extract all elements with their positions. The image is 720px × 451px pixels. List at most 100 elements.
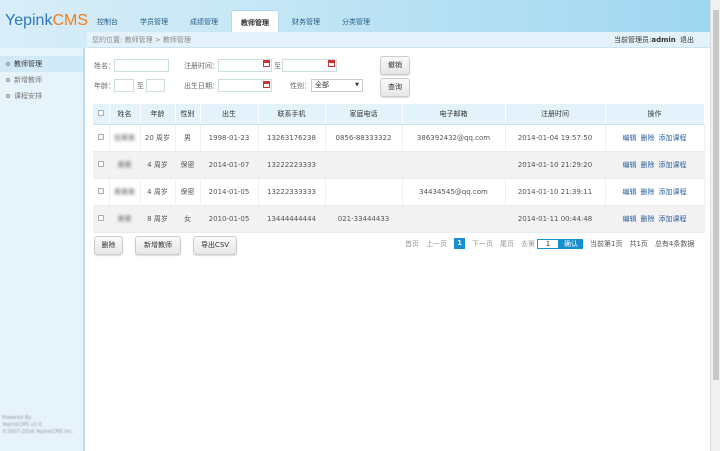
tab-dashboard[interactable]: 控制台 [88,10,127,32]
col-actions: 操作 [605,104,705,125]
col-birth: 出生 [200,104,259,125]
calendar-icon[interactable] [328,60,335,67]
cell-home-phone: 0856-88333322 [325,124,403,152]
table-header: 姓名 年龄 性别 出生 联系手机 家庭电话 电子邮箱 注册时间 操作 [93,104,705,125]
row-select[interactable] [93,151,110,179]
row-select[interactable] [93,124,110,152]
tab-students[interactable]: 学员管理 [131,10,177,32]
checkbox[interactable] [97,160,104,167]
sidebar-item-teachers[interactable]: 教师管理 [0,56,83,72]
delete-button[interactable]: 删除 [94,236,123,255]
goto-page-input[interactable]: 1 [537,238,559,249]
cell-home-phone [325,178,403,206]
col-gender: 性别 [175,104,201,125]
name-text: 张某某 [114,133,135,142]
cell-email: 386392432@qq.com [402,124,506,152]
cell-age: 20 周岁 [140,124,176,152]
reg-time-label: 注册时间： [184,62,219,70]
edit-link[interactable]: 编辑 [623,215,637,223]
cell-name: 某某 [109,151,141,179]
cell-home-phone: 021-33444433 [325,205,403,233]
sidebar-item-add-teacher[interactable]: 新增教师 [0,72,83,88]
bullet-icon [6,62,10,66]
last-page-link[interactable]: 尾页 [500,239,514,249]
admin-info: 当前管理员:admin 退出 [614,32,696,48]
cell-gender: 男 [175,124,201,152]
delete-link[interactable]: 删除 [641,188,655,196]
table-row: 某某 4 周岁 保密 2014-01-07 13222223333 2014-0… [93,151,705,179]
scrollbar-thumb[interactable] [713,10,719,380]
scrollbar[interactable] [710,0,720,451]
add-course-link[interactable]: 添加课程 [659,161,687,169]
gender-select[interactable]: 全部 ▼ [311,79,363,92]
cell-home-phone [325,151,403,179]
col-age: 年龄 [140,104,176,125]
cell-reg-time: 2014-01-10 21:29:20 [505,151,606,179]
cell-age: 8 周岁 [140,205,176,233]
add-course-link[interactable]: 添加课程 [659,188,687,196]
total-pages: 共1页 [629,239,648,248]
cell-gender: 保密 [175,178,201,206]
admin-name: admin [651,36,676,44]
name-input[interactable] [114,59,169,72]
age-min-input[interactable] [114,79,134,92]
tab-categories[interactable]: 分类管理 [333,10,379,32]
checkbox[interactable] [97,214,104,221]
col-home-phone: 家庭电话 [325,104,403,125]
cell-birth: 2010-01-05 [200,205,259,233]
age-max-input[interactable] [146,79,165,92]
tab-teachers[interactable]: 教师管理 [231,10,279,32]
add-course-link[interactable]: 添加课程 [659,134,687,142]
table-row: 某某 8 周岁 女 2010-01-05 13444444444 021-334… [93,205,705,233]
to-label: 至 [137,82,144,90]
cell-phone: 13263176238 [258,124,326,152]
first-page-link[interactable]: 首页 [405,239,419,249]
goto-confirm-button[interactable]: 确认 [559,238,583,249]
birth-label: 出生日期： [184,82,219,90]
edit-link[interactable]: 编辑 [623,161,637,169]
sidebar-item-courses[interactable]: 课程安排 [0,88,83,104]
calendar-icon[interactable] [263,60,270,67]
edit-link[interactable]: 编辑 [623,188,637,196]
calendar-icon[interactable] [263,81,270,88]
cell-actions: 编辑 删除 添加课程 [605,205,705,233]
export-csv-button[interactable]: 导出CSV [193,236,237,255]
checkbox[interactable] [97,109,104,116]
tab-finance[interactable]: 财务管理 [283,10,329,32]
row-select[interactable] [93,205,110,233]
name-text: 某某 [117,214,132,223]
table-row: 某某某 4 周岁 保密 2014-01-05 13222333333 34434… [93,178,705,206]
name-text: 某某某 [114,187,135,196]
edit-link[interactable]: 编辑 [623,134,637,142]
cell-actions: 编辑 删除 添加课程 [605,124,705,152]
tab-grades[interactable]: 成绩管理 [181,10,227,32]
search-button[interactable]: 查询 [380,78,410,97]
add-course-link[interactable]: 添加课程 [659,215,687,223]
delete-link[interactable]: 删除 [641,134,655,142]
prev-page-link[interactable]: 上一页 [426,239,447,249]
cell-phone: 13222223333 [258,151,326,179]
goto-label: 去第 [521,239,535,248]
cell-gender: 女 [175,205,201,233]
page-1[interactable]: 1 [454,238,465,249]
cell-age: 4 周岁 [140,151,176,179]
checkbox[interactable] [97,133,104,140]
logout-link[interactable]: 退出 [680,36,694,44]
cell-birth: 1998-01-23 [200,124,259,152]
cell-email [402,151,506,179]
select-all[interactable] [93,104,110,125]
breadcrumb-bar: 您的位置: 教师管理 > 教师管理 当前管理员:admin 退出 [87,32,710,48]
breadcrumb: 您的位置: 教师管理 > 教师管理 [92,36,191,44]
delete-link[interactable]: 删除 [641,161,655,169]
name-text: 某某 [117,160,132,169]
checkbox[interactable] [97,187,104,194]
reset-button[interactable]: 撤销 [380,56,410,75]
delete-link[interactable]: 删除 [641,215,655,223]
next-page-link[interactable]: 下一页 [472,239,493,249]
cell-reg-time: 2014-01-11 00:44:48 [505,205,606,233]
logo-accent: CMS [52,12,89,29]
to-label: 至 [274,62,281,70]
row-select[interactable] [93,178,110,206]
pagination: 首页 上一页 1 下一页 尾页 去第 1 确认 当前第1页 共1页 总有4条数据 [405,238,701,249]
add-teacher-button[interactable]: 新增教师 [135,236,181,255]
